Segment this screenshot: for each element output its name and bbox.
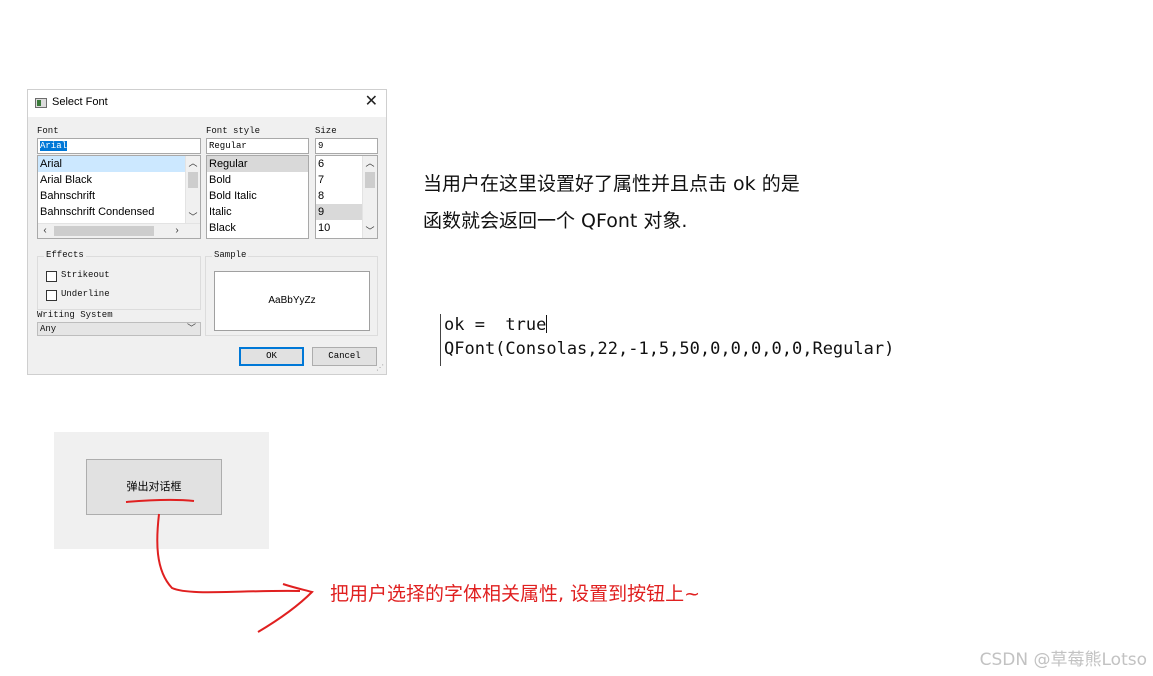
watermark: CSDN @草莓熊Lotso [979, 650, 1147, 670]
red-annotation-note: 把用户选择的字体相关属性, 设置到按钮上~ [330, 583, 701, 605]
annotation-arrow [125, 498, 314, 633]
